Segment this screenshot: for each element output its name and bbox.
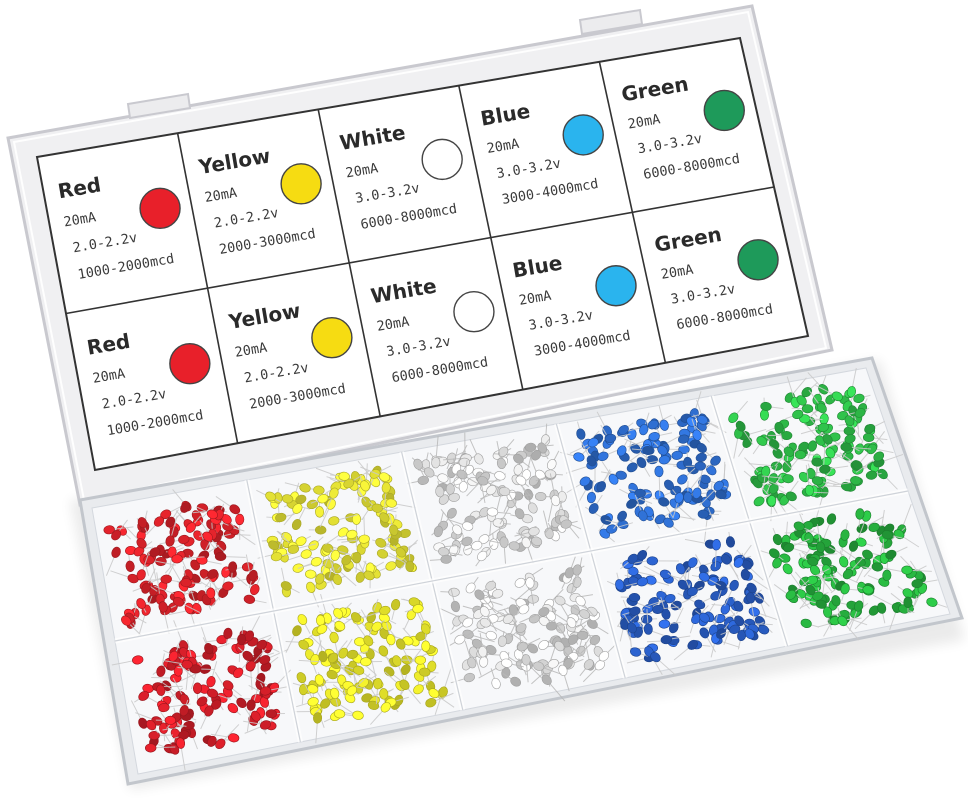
- led: [534, 492, 547, 502]
- led: [414, 655, 427, 665]
- led: [360, 657, 372, 667]
- led: [780, 431, 793, 441]
- led: [265, 709, 278, 719]
- led: [164, 715, 177, 725]
- led: [794, 450, 807, 460]
- led: [421, 640, 431, 652]
- led: [235, 513, 245, 526]
- led: [694, 461, 706, 471]
- led: [192, 682, 202, 694]
- led: [445, 483, 455, 495]
- led: [882, 569, 892, 582]
- color-swatch: [421, 138, 463, 181]
- color-swatch: [703, 89, 745, 132]
- color-swatch: [737, 239, 779, 281]
- led: [759, 409, 769, 421]
- color-swatch: [453, 291, 495, 333]
- color-swatch: [595, 265, 637, 307]
- led: [801, 404, 814, 414]
- led: [654, 465, 664, 478]
- color-swatch: [562, 114, 604, 156]
- led: [315, 506, 325, 518]
- led: [683, 491, 693, 504]
- led: [855, 508, 865, 520]
- led: [448, 587, 460, 597]
- color-swatch: [169, 342, 211, 385]
- led: [405, 560, 415, 573]
- led: [767, 495, 777, 507]
- led: [180, 578, 192, 588]
- led: [352, 551, 362, 564]
- led: [628, 593, 641, 603]
- led: [634, 488, 646, 498]
- led: [711, 539, 721, 551]
- led-kit-photo: Red20mA2.0-2.2v1000-2000mcdYellow20mA2.0…: [6, 4, 965, 790]
- led: [458, 457, 471, 467]
- led: [206, 587, 216, 599]
- led: [576, 630, 589, 640]
- led: [903, 596, 913, 608]
- led: [214, 552, 227, 562]
- color-swatch: [139, 187, 181, 230]
- led: [646, 556, 659, 566]
- led: [145, 743, 157, 753]
- led: [901, 565, 913, 575]
- color-swatch: [311, 316, 353, 359]
- color-swatch: [280, 163, 322, 205]
- led: [697, 509, 710, 519]
